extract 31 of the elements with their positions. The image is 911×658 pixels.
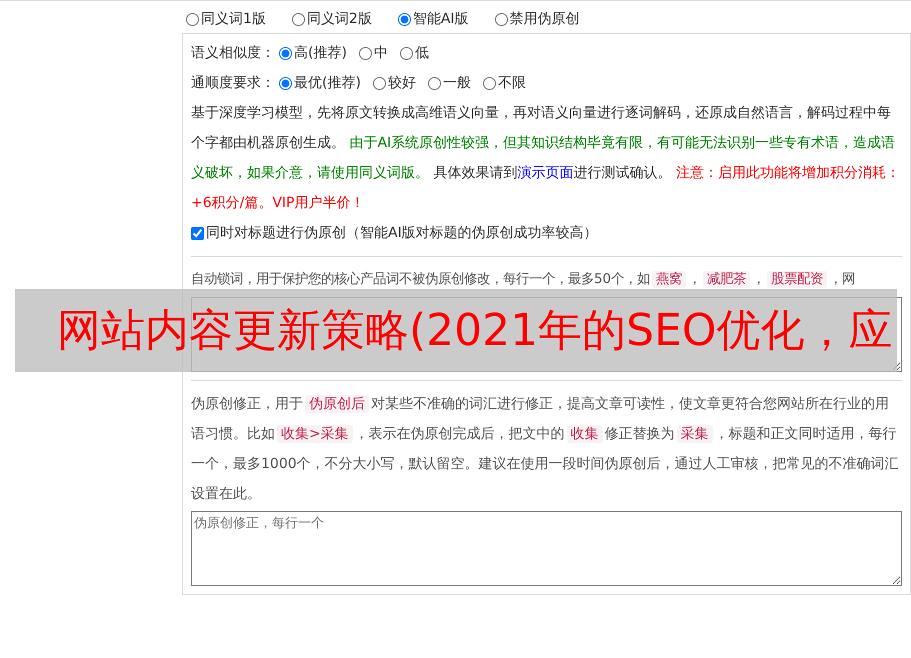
radio-button[interactable]: [428, 76, 441, 90]
option-label: 不限: [498, 74, 526, 92]
option-label: 同义词2版: [306, 10, 372, 28]
correction-field[interactable]: 伪原创修正，每行一个: [191, 511, 902, 586]
radio-button[interactable]: [372, 76, 386, 90]
description-text: 基于深度学习模型，先将原文转换成高维语义向量，再对语义向量进行逐词解码，还原成自然语言，解码过程中每个字都由机器原创生成。 由于AI系统原创性较强，但其知识结构毕竟有限，有可能无法识别一些专有术语，造成语义破坏，如果介意，请使用同义词版。 具体效果请到演示页面进行测试确认。 注意：启用此功能将增加积分消耗：+6积分/篇。VIP用户半价！: [191, 104, 901, 213]
radio-button[interactable]: [292, 12, 305, 26]
radio-button[interactable]: [279, 46, 292, 60]
correction-text: 伪原创修正，用于 伪原创后 对某些不准确的词汇进行修正，提高文章可读性，使文章更符合您网站所在行业的用语习惯。比如 收集>采集 ，表示在伪原创完成后，把文中的 收集 修正替换为 采集 ，标题和正文同时适用，每行一个，最多1000个，不分大小写，默认留空。建议在使用一段时间伪原创后，通过人工审核，把常见的不准确词汇设置在此。: [191, 394, 900, 504]
setting-label: 通顺度要求：: [191, 74, 275, 92]
option-label: 低: [414, 44, 429, 62]
radio-button[interactable]: [482, 76, 496, 90]
headline-overlay: 网站内容更新策略(2021年的SEO优化，应: [15, 289, 897, 372]
option-label: 禁用伪原创: [510, 10, 580, 28]
radio-button[interactable]: [186, 12, 199, 26]
option-label: 较好: [388, 74, 416, 92]
option-label: 同义词1版: [201, 10, 266, 28]
option-label: 最优(推荐): [294, 74, 361, 92]
option-label: 智能AI版: [412, 10, 469, 28]
radio-button[interactable]: [358, 46, 372, 60]
checkbox-label: 同时对标题进行伪原创（智能AI版对标题的伪原创成功率较高）: [206, 224, 598, 242]
radio-button[interactable]: [494, 12, 508, 26]
radio-button[interactable]: [398, 12, 411, 26]
checkbox[interactable]: [191, 226, 204, 240]
option-label: 高(推荐): [294, 44, 347, 62]
option-label: 一般: [442, 74, 471, 92]
demo-link[interactable]: 演示页面: [517, 165, 574, 181]
radio-button[interactable]: [400, 46, 413, 60]
setting-label: 语义相似度：: [191, 44, 275, 62]
radio-button[interactable]: [279, 76, 292, 90]
option-label: 中: [374, 44, 388, 62]
